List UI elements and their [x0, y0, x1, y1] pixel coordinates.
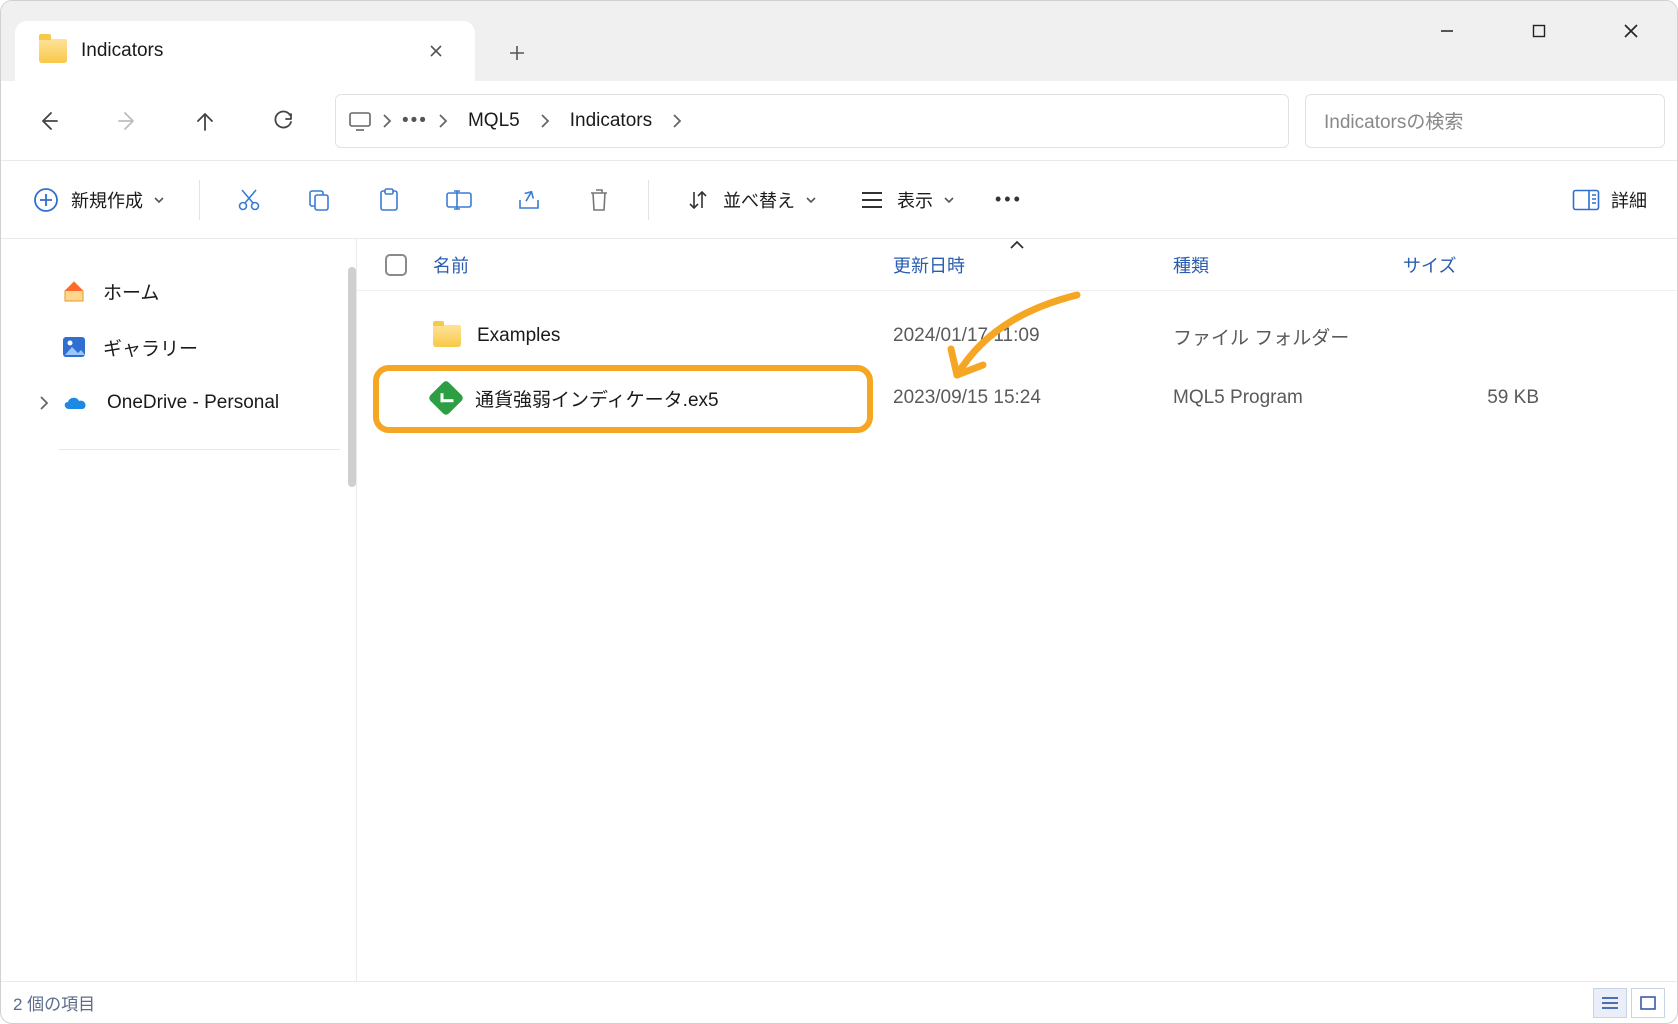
forward-button[interactable] — [91, 93, 163, 149]
crumb-mql5[interactable]: MQL5 — [458, 106, 530, 136]
details-view-toggle[interactable] — [1593, 988, 1627, 1018]
plus-circle-icon — [31, 185, 61, 215]
file-row[interactable]: 通貨強弱インディケータ.ex5 2023/09/15 15:24 MQL5 Pr… — [385, 367, 1677, 429]
file-name: Examples — [477, 325, 560, 347]
delete-button[interactable] — [578, 176, 620, 224]
maximize-button[interactable] — [1493, 1, 1585, 61]
column-header-date[interactable]: 更新日時 — [893, 252, 1173, 278]
up-button[interactable] — [169, 93, 241, 149]
cut-button[interactable] — [228, 176, 270, 224]
copy-icon — [304, 185, 334, 215]
refresh-button[interactable] — [247, 93, 319, 149]
new-tab-button[interactable] — [489, 25, 545, 81]
rename-button[interactable] — [438, 176, 480, 224]
scissors-icon — [234, 185, 264, 215]
file-rows: Examples 2024/01/17 11:09 ファイル フォルダー 通貨強… — [357, 291, 1677, 429]
sidebar-item-onedrive[interactable]: OneDrive - Personal — [29, 375, 350, 431]
file-size: 59 KB — [1403, 387, 1563, 409]
tab-title: Indicators — [81, 40, 405, 62]
ex5-program-icon — [428, 380, 465, 417]
chevron-down-icon — [153, 194, 165, 206]
trash-icon — [584, 185, 614, 215]
sidebar-divider — [59, 449, 340, 450]
chevron-right-icon[interactable] — [540, 114, 550, 128]
clipboard-group — [228, 176, 620, 224]
details-pane-icon — [1571, 185, 1601, 215]
sort-indicator-icon — [1009, 239, 1025, 251]
home-icon — [61, 278, 87, 304]
sidebar: ホーム ギャラリー OneDrive - Personal — [1, 239, 357, 981]
minimize-button[interactable] — [1401, 1, 1493, 61]
onedrive-icon — [61, 393, 91, 413]
details-pane-button[interactable]: 詳細 — [1565, 176, 1653, 224]
crumb-indicators[interactable]: Indicators — [560, 106, 662, 136]
sidebar-item-label: ギャラリー — [103, 334, 198, 361]
address-bar[interactable]: ••• MQL5 Indicators — [335, 94, 1289, 148]
toolbar-separator — [648, 180, 649, 220]
folder-icon — [433, 325, 461, 347]
share-button[interactable] — [508, 176, 550, 224]
sort-label: 並べ替え — [723, 187, 795, 213]
chevron-down-icon — [943, 194, 955, 206]
titlebar: Indicators — [1, 1, 1677, 81]
new-button[interactable]: 新規作成 — [25, 176, 171, 224]
search-input[interactable]: Indicatorsの検索 — [1305, 94, 1665, 148]
folder-icon — [39, 39, 67, 63]
thumbnails-view-toggle[interactable] — [1631, 988, 1665, 1018]
new-label: 新規作成 — [71, 187, 143, 213]
file-type: ファイル フォルダー — [1173, 323, 1403, 350]
list-view-icon — [857, 185, 887, 215]
toolbar-separator — [199, 180, 200, 220]
column-header-name[interactable]: 名前 — [433, 252, 893, 278]
sidebar-item-label: OneDrive - Personal — [107, 392, 279, 414]
this-pc-icon — [348, 111, 372, 131]
sidebar-item-label: ホーム — [103, 278, 159, 305]
window-controls — [1401, 1, 1677, 61]
status-bar: 2 個の項目 — [1, 981, 1677, 1023]
chevron-right-icon[interactable] — [39, 396, 49, 410]
file-date: 2023/09/15 15:24 — [893, 387, 1173, 409]
file-name: 通貨強弱インディケータ.ex5 — [475, 385, 719, 412]
file-row[interactable]: Examples 2024/01/17 11:09 ファイル フォルダー — [385, 305, 1677, 367]
tab-indicators[interactable]: Indicators — [15, 21, 475, 81]
gallery-icon — [61, 335, 87, 359]
chevron-right-icon[interactable] — [438, 114, 448, 128]
paste-button[interactable] — [368, 176, 410, 224]
file-list: 名前 更新日時 種類 サイズ Examples 2024/01/17 11:09… — [357, 239, 1677, 981]
view-button[interactable]: 表示 — [851, 176, 961, 224]
sidebar-scrollbar[interactable] — [348, 267, 356, 487]
select-all-checkbox[interactable] — [385, 254, 433, 276]
chevron-right-icon[interactable] — [382, 114, 392, 128]
clipboard-icon — [374, 185, 404, 215]
view-label: 表示 — [897, 187, 933, 213]
sort-icon — [683, 185, 713, 215]
close-window-button[interactable] — [1585, 1, 1677, 61]
column-header-size[interactable]: サイズ — [1403, 252, 1563, 278]
back-button[interactable] — [13, 93, 85, 149]
explorer-window: Indicators — [0, 0, 1678, 1024]
share-icon — [514, 185, 544, 215]
close-tab-button[interactable] — [419, 34, 453, 68]
search-placeholder: Indicatorsの検索 — [1324, 107, 1463, 134]
chevron-down-icon — [805, 194, 817, 206]
sidebar-item-gallery[interactable]: ギャラリー — [29, 319, 350, 375]
status-text: 2 個の項目 — [13, 990, 95, 1015]
copy-button[interactable] — [298, 176, 340, 224]
rename-icon — [444, 185, 474, 215]
more-button[interactable]: ••• — [989, 176, 1029, 224]
toolbar: 新規作成 並べ替え 表示 ••• 詳細 — [1, 161, 1677, 239]
sort-button[interactable]: 並べ替え — [677, 176, 823, 224]
details-label: 詳細 — [1611, 187, 1647, 213]
file-date: 2024/01/17 11:09 — [893, 325, 1173, 347]
file-type: MQL5 Program — [1173, 387, 1403, 409]
chevron-right-icon[interactable] — [672, 114, 682, 128]
nav-row: ••• MQL5 Indicators Indicatorsの検索 — [1, 81, 1677, 161]
ellipsis-crumb[interactable]: ••• — [402, 110, 428, 132]
sidebar-item-home[interactable]: ホーム — [29, 263, 350, 319]
column-header-type[interactable]: 種類 — [1173, 252, 1403, 278]
main-area: ホーム ギャラリー OneDrive - Personal 名前 更新日時 種類 — [1, 239, 1677, 981]
column-headers: 名前 更新日時 種類 サイズ — [357, 239, 1677, 291]
